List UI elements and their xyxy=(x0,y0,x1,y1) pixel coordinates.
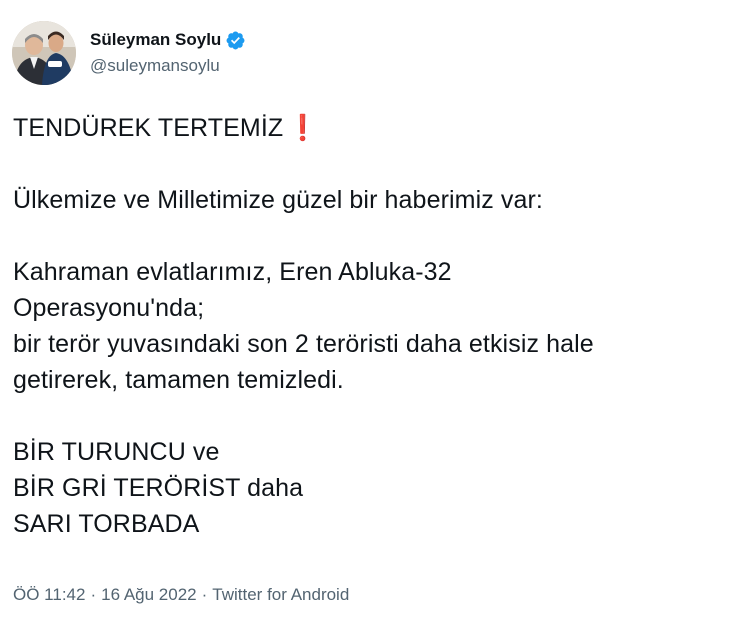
tweet-time[interactable]: ÖÖ 11:42 xyxy=(13,584,85,606)
tweet-source[interactable]: Twitter for Android xyxy=(212,584,349,606)
display-name[interactable]: Süleyman Soylu xyxy=(90,28,221,52)
tweet-paragraph-closing: BİR TURUNCU ve BİR GRİ TERÖRİST daha SAR… xyxy=(13,438,304,538)
tweet: Süleyman Soylu @suleymansoylu TENDÜREK T… xyxy=(0,0,751,622)
tweet-date[interactable]: 16 Ağu 2022 xyxy=(101,584,196,606)
tweet-paragraph-operation: Kahraman evlatlarımız, Eren Abluka-32 Op… xyxy=(13,258,594,394)
user-handle[interactable]: @suleymansoylu xyxy=(90,54,246,78)
tweet-text: TENDÜREK TERTEMİZ ❗ Ülkemize ve Milletimi… xyxy=(13,110,743,542)
tweet-metadata: ÖÖ 11:42 · 16 Ağu 2022 · Twitter for And… xyxy=(13,584,349,606)
tweet-line-headline: TENDÜREK TERTEMİZ ❗ xyxy=(13,110,743,146)
separator-dot: · xyxy=(90,585,97,604)
verified-badge-icon xyxy=(225,30,246,51)
avatar[interactable] xyxy=(12,21,76,85)
user-names: Süleyman Soylu @suleymansoylu xyxy=(90,28,246,78)
tweet-paragraph-announcement: Ülkemize ve Milletimize güzel bir haberi… xyxy=(13,186,543,214)
headline-text: TENDÜREK TERTEMİZ xyxy=(13,114,284,142)
tweet-header: Süleyman Soylu @suleymansoylu xyxy=(12,21,246,85)
separator-dot: · xyxy=(201,585,208,604)
display-name-row: Süleyman Soylu xyxy=(90,28,246,52)
exclamation-emoji-icon: ❗ xyxy=(287,114,319,142)
avatar-image xyxy=(12,21,76,85)
